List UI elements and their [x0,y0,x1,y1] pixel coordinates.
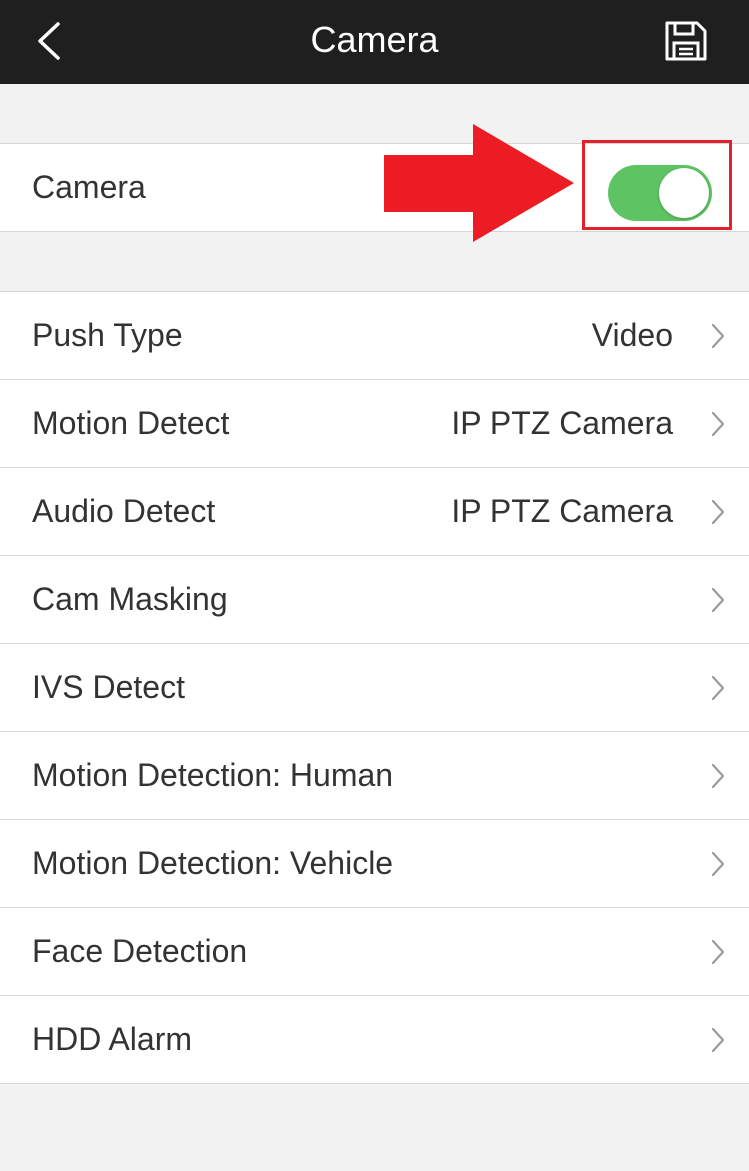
highlight-box-annotation [582,140,732,230]
settings-row-label: Cam Masking [32,581,228,617]
settings-row-ivs-detect[interactable]: IVS Detect [0,644,749,732]
chevron-right-icon [711,675,725,701]
chevron-right-icon [711,587,725,613]
settings-row-cam-masking[interactable]: Cam Masking [0,556,749,644]
chevron-right-icon [711,1027,725,1053]
settings-row-hdd-alarm[interactable]: HDD Alarm [0,996,749,1083]
settings-row-motion-detect[interactable]: Motion Detect IP PTZ Camera [0,380,749,468]
settings-row-value: Video [591,317,673,353]
settings-row-face-detection[interactable]: Face Detection [0,908,749,996]
chevron-right-icon [711,763,725,789]
settings-row-value: IP PTZ Camera [451,493,673,529]
settings-row-label: Motion Detection: Human [32,757,394,793]
settings-row-label: Face Detection [32,933,248,969]
chevron-right-icon [711,411,725,437]
settings-row-audio-detect[interactable]: Audio Detect IP PTZ Camera [0,468,749,556]
settings-row-label: IVS Detect [32,669,185,705]
settings-row-push-type[interactable]: Push Type Video [0,292,749,380]
settings-row-label: Motion Detect [32,405,230,441]
chevron-right-icon [711,851,725,877]
settings-row-motion-detection-human[interactable]: Motion Detection: Human [0,732,749,820]
red-arrow-annotation [384,124,574,242]
page-title: Camera [310,19,439,60]
settings-row-label: Audio Detect [32,493,216,529]
chevron-right-icon [711,939,725,965]
settings-row-label: Motion Detection: Vehicle [32,845,394,881]
camera-toggle-label: Camera [32,169,146,205]
settings-row-label: HDD Alarm [32,1021,193,1057]
top-nav-bar: Camera [0,0,749,84]
save-button[interactable] [660,18,710,64]
settings-row-motion-detection-vehicle[interactable]: Motion Detection: Vehicle [0,820,749,908]
settings-list: Push Type Video Motion Detect IP PTZ Camera… [0,291,749,1084]
floppy-disk-icon [665,21,707,61]
chevron-right-icon [711,323,725,349]
settings-row-value: IP PTZ Camera [451,405,673,441]
chevron-right-icon [711,499,725,525]
settings-row-label: Push Type [32,317,183,353]
